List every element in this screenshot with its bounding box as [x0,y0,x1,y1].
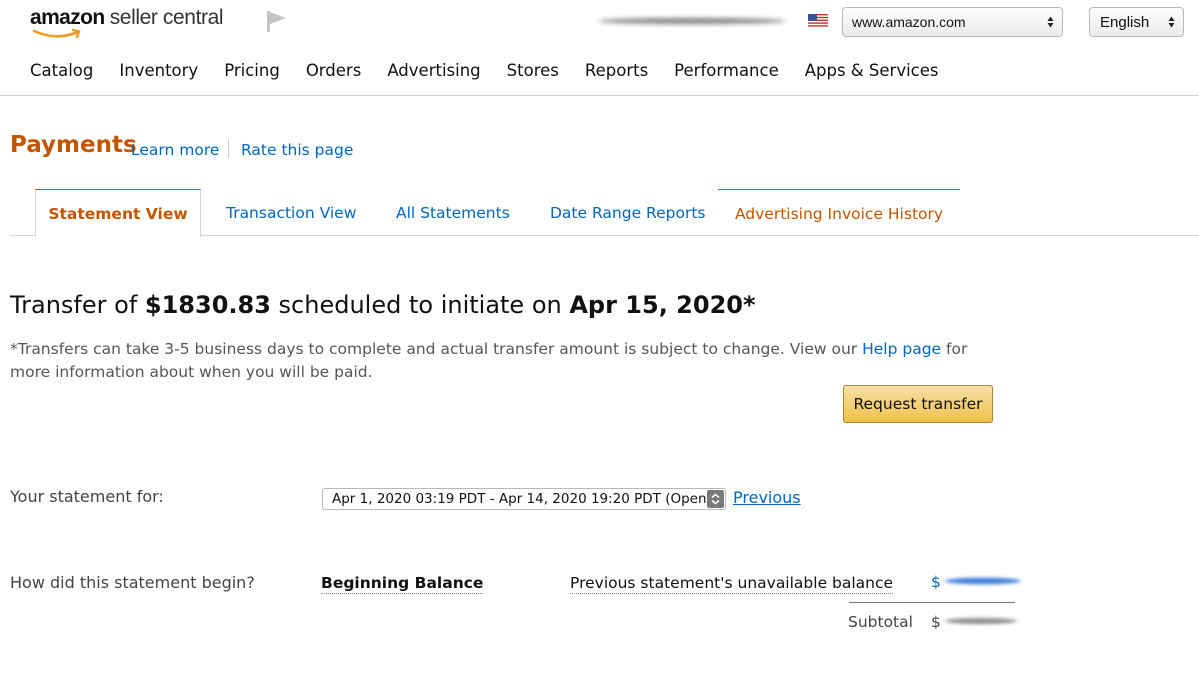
statement-period-value: Apr 1, 2020 03:19 PDT - Apr 14, 2020 19:… [332,491,712,507]
unavailable-balance-blurred [945,577,1021,585]
account-name-blurred [598,17,786,25]
help-page-link[interactable]: Help page [862,340,941,358]
tab-transaction-view[interactable]: Transaction View [226,189,356,236]
request-transfer-button[interactable]: Request transfer [843,385,993,423]
seller-central-logo[interactable]: amazon seller central [30,6,224,42]
transfer-note: *Transfers can take 3-5 business days to… [10,338,970,384]
link-separator [228,139,229,158]
logo-sub: seller central [109,6,224,29]
us-flag-icon [808,14,828,27]
select-arrow-icon [707,490,724,508]
subtotal-label: Subtotal [848,613,913,631]
transfer-middle: scheduled to initiate on [270,291,570,319]
language-select[interactable]: English [1089,7,1184,37]
nav-stores[interactable]: Stores [507,61,559,80]
statement-period-select[interactable]: Apr 1, 2020 03:19 PDT - Apr 14, 2020 19:… [322,488,726,510]
previous-statement-link[interactable]: Previous [733,488,801,507]
unavailable-balance-label[interactable]: Previous statement's unavailable balance [570,574,894,594]
transfer-date: Apr 15, 2020* [569,291,756,319]
tab-statement-view[interactable]: Statement View [35,189,201,237]
transfer-summary: Transfer of $1830.83 scheduled to initia… [10,291,756,319]
statement-begin-label: How did this statement begin? [10,573,255,592]
header-divider [0,95,1199,96]
language-value: English [1100,14,1150,31]
note-start: *Transfers can take 3-5 business days to… [10,340,863,358]
tab-all-statements[interactable]: All Statements [396,189,510,236]
learn-more-link[interactable]: Learn more [131,141,219,159]
nav-pricing[interactable]: Pricing [224,61,280,80]
tab-advertising-invoice-history[interactable]: Advertising Invoice History [718,189,960,236]
transfer-amount: $1830.83 [144,291,271,319]
statement-for-label: Your statement for: [10,487,164,506]
page-title: Payments [10,132,137,158]
marketplace-select[interactable]: www.amazon.com [842,7,1063,37]
subtotal-currency: $ [931,613,941,631]
flag-icon[interactable] [264,9,288,33]
beginning-balance-heading[interactable]: Beginning Balance [321,574,484,594]
marketplace-value: www.amazon.com [852,14,966,30]
transfer-prefix: Transfer of [10,291,145,319]
nav-apps-services[interactable]: Apps & Services [805,61,939,80]
nav-advertising[interactable]: Advertising [387,61,480,80]
nav-reports[interactable]: Reports [585,61,648,80]
nav-catalog[interactable]: Catalog [30,61,93,80]
tab-date-range-reports[interactable]: Date Range Reports [550,189,705,236]
rate-page-link[interactable]: Rate this page [241,141,353,159]
subtotal-blurred [945,618,1017,624]
logo-brand: amazon [30,6,105,29]
smile-icon [32,28,81,39]
nav-orders[interactable]: Orders [306,61,362,80]
updown-icon [1047,16,1054,28]
subtotal-rule [849,602,1015,603]
main-nav: Catalog Inventory Pricing Orders Adverti… [30,61,965,80]
nav-performance[interactable]: Performance [674,61,779,80]
nav-inventory[interactable]: Inventory [119,61,198,80]
unavailable-balance-currency[interactable]: $ [931,573,941,591]
updown-icon [1168,16,1175,28]
